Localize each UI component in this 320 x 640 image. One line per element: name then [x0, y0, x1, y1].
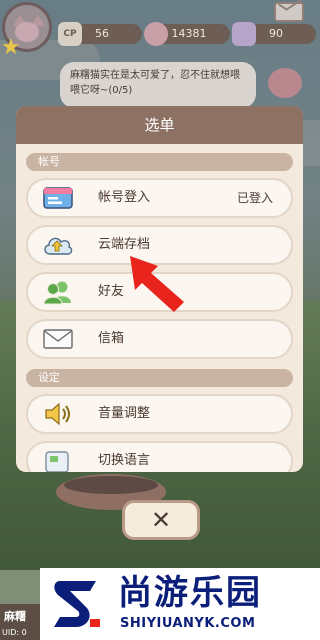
- speech-bubble: 麻糬猫实在是太可爱了，忍不住就想喂喂它呀~(0/5): [60, 62, 256, 108]
- envelope-icon: [43, 329, 73, 349]
- coins-value: 14381: [171, 27, 207, 40]
- menu-item-account-login[interactable]: 帐号登入 已登入: [26, 178, 293, 218]
- gems-counter: 90: [232, 22, 316, 46]
- player-tag: 麻糬 UID: 0: [0, 604, 40, 640]
- gems-value: 90: [269, 27, 283, 40]
- speaker-icon: [45, 402, 70, 426]
- modal-title: 选单: [16, 106, 303, 144]
- mail-icon[interactable]: [274, 2, 304, 22]
- site-watermark: 尚游乐园 SHIYIUANYK.COM: [40, 568, 320, 640]
- coins-counter: 14381: [144, 22, 230, 46]
- player-name: 麻糬: [4, 610, 26, 623]
- section-header-settings: 设定: [26, 369, 293, 387]
- cloud-upload-icon: [44, 237, 73, 255]
- menu-item-volume[interactable]: 音量调整: [26, 394, 293, 434]
- language-icon: [45, 451, 69, 472]
- menu-item-label: 切换语言: [98, 453, 151, 468]
- menu-item-label: 好友: [98, 284, 125, 299]
- food-bowl-inner: [64, 476, 158, 494]
- menu-item-label: 信箱: [98, 331, 125, 346]
- watermark-logo-icon: [54, 581, 100, 627]
- menu-item-language[interactable]: 切换语言: [26, 441, 293, 472]
- cp-counter: CP 56: [58, 22, 142, 46]
- watermark-url: SHIYIUANYK.COM: [120, 616, 256, 631]
- login-status: 已登入: [236, 191, 273, 205]
- player-uid: UID: 0: [2, 628, 27, 637]
- game-screen: ★ CP 56 14381 90 麻糬猫实在是太可爱了，忍不住就想喂喂它呀~(0…: [0, 0, 320, 640]
- coin-icon: [144, 22, 168, 46]
- pointer-arrow-icon: [130, 256, 184, 312]
- star-badge-icon: ★: [1, 35, 21, 60]
- account-card-icon: [43, 187, 73, 209]
- watermark-title: 尚游乐园: [118, 573, 262, 613]
- cp-icon: CP: [58, 22, 82, 46]
- cat-character[interactable]: [262, 62, 310, 104]
- cp-value: 56: [95, 27, 109, 40]
- section-header-account: 帐号: [26, 153, 293, 171]
- menu-item-label: 帐号登入: [98, 190, 151, 205]
- menu-item-mailbox[interactable]: 信箱: [26, 319, 293, 359]
- close-button[interactable]: ✕: [122, 500, 200, 540]
- friends-icon: [43, 281, 71, 305]
- speech-text: 麻糬猫实在是太可爱了，忍不住就想喂喂它呀~(0/5): [70, 70, 240, 96]
- gem-icon: [232, 22, 256, 46]
- menu-item-label: 音量调整: [98, 406, 151, 421]
- top-hud: ★ CP 56 14381 90: [0, 0, 320, 59]
